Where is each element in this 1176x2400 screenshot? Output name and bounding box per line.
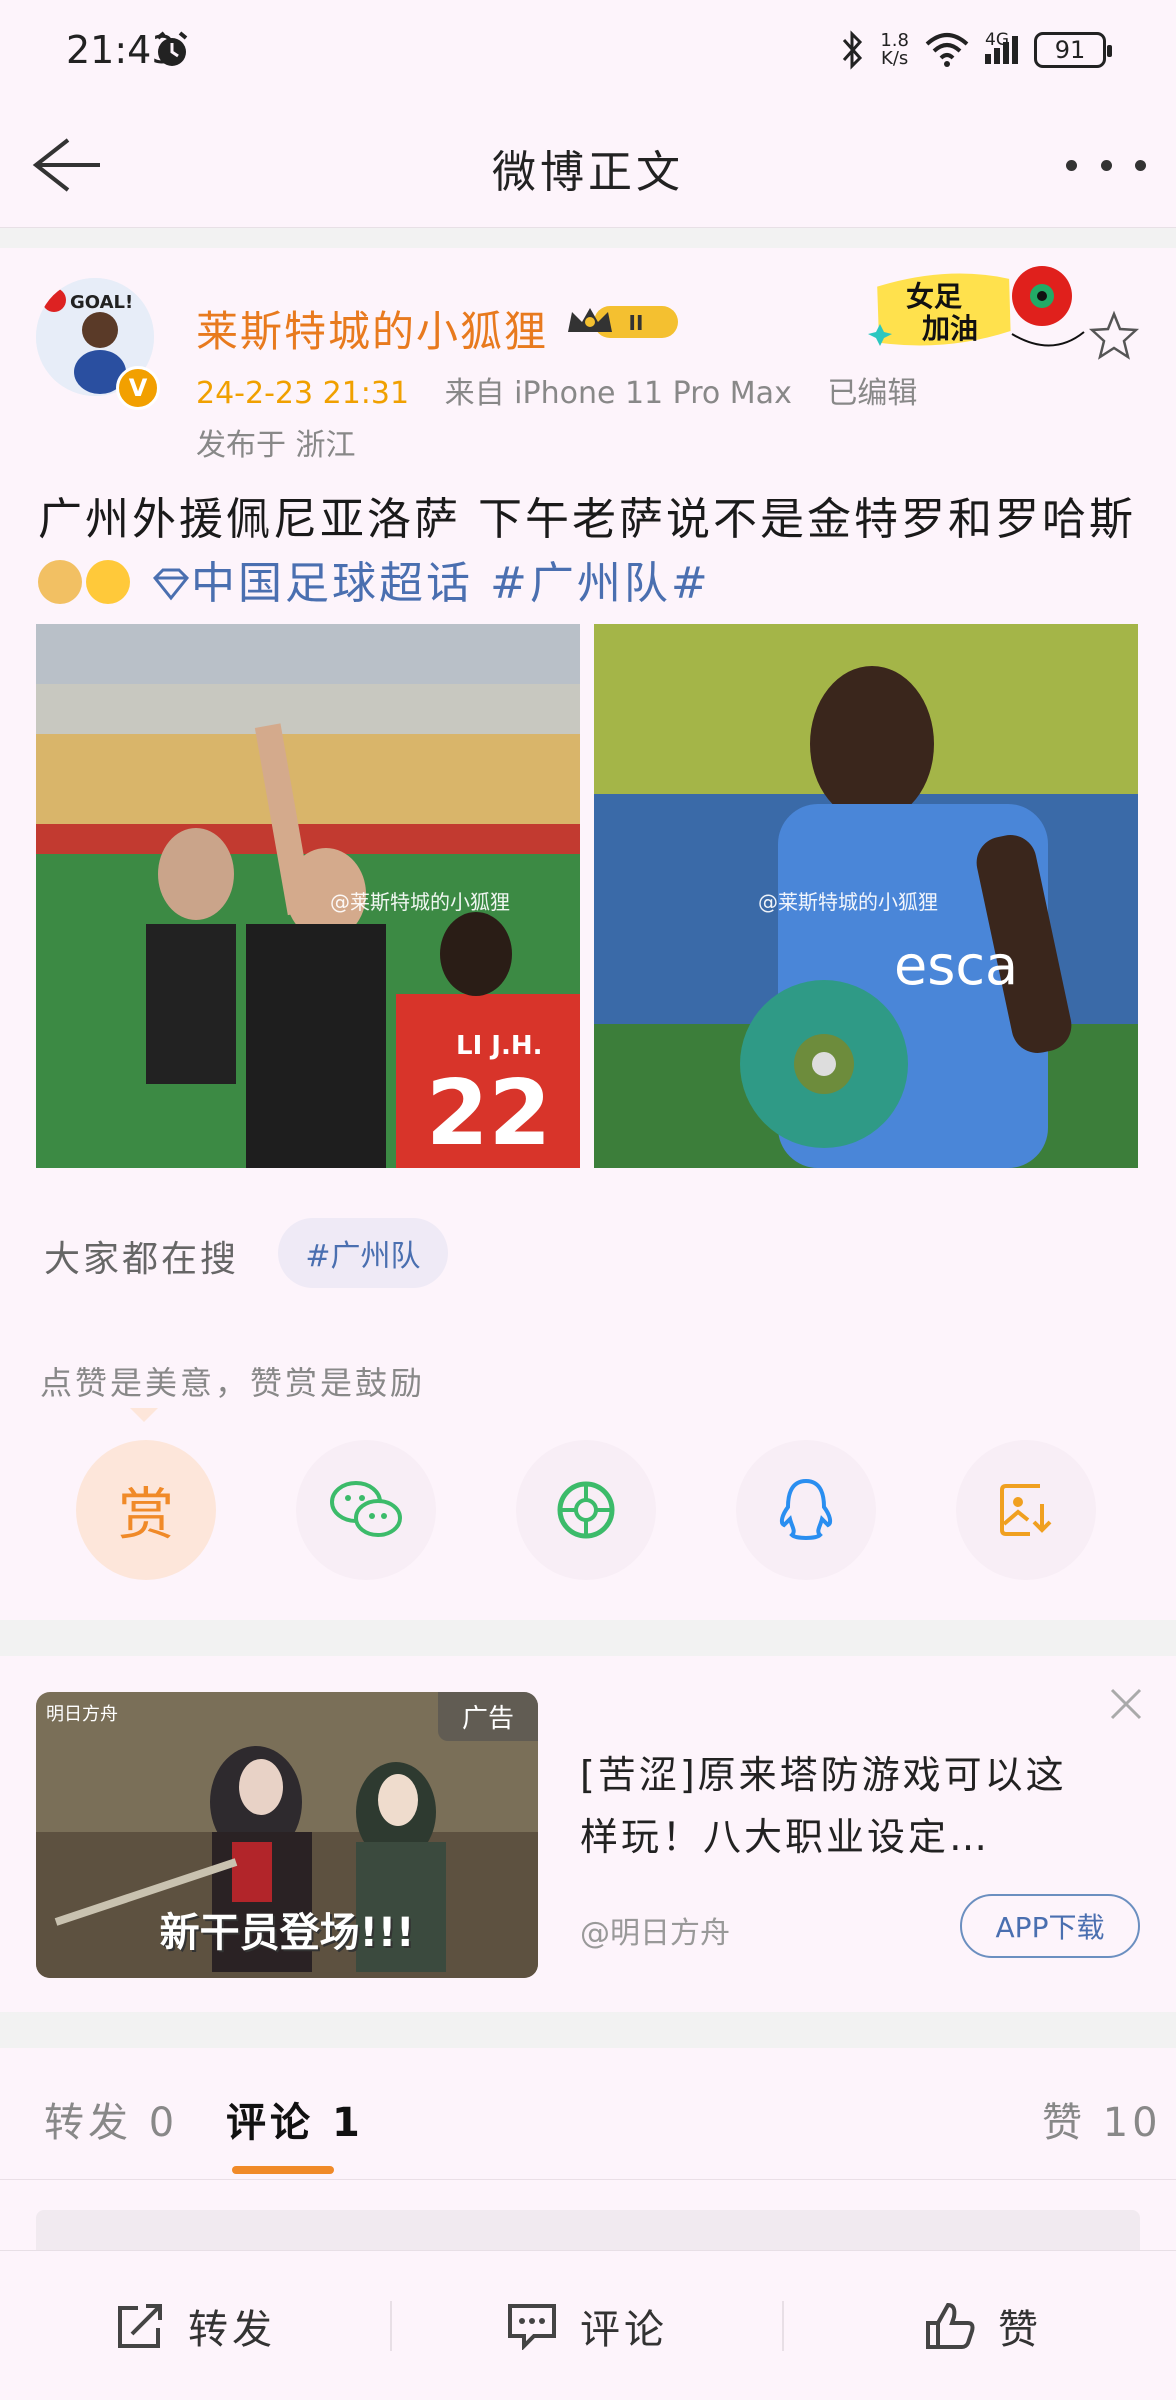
reward-button[interactable]: 赏 bbox=[76, 1440, 216, 1580]
ad-source: @明日方舟 bbox=[580, 1916, 730, 1951]
share-qq-button[interactable] bbox=[736, 1440, 876, 1580]
network-type: 4G bbox=[985, 30, 1009, 50]
tab-like[interactable]: 赞 10 bbox=[1042, 2090, 1162, 2148]
divider bbox=[390, 2301, 392, 2351]
qq-icon bbox=[779, 1478, 833, 1540]
post-tabs: 转发 0 评论 1 赞 10 bbox=[0, 2048, 1176, 2180]
svg-text:II: II bbox=[629, 311, 644, 335]
cell-signal-icon: 4G bbox=[985, 30, 1018, 64]
ad-image[interactable]: 明日方舟 广告 新干员登场!!! bbox=[36, 1692, 538, 1978]
trending-search-label: 大家都在搜 bbox=[44, 1239, 240, 1280]
bluetooth-icon bbox=[843, 30, 863, 70]
svg-text:22: 22 bbox=[426, 1061, 551, 1166]
verified-badge: V bbox=[116, 366, 160, 410]
post-edited: 已编辑 bbox=[827, 376, 918, 411]
tab-like-count: 10 bbox=[1102, 2100, 1162, 2146]
favorite-star-icon[interactable] bbox=[1086, 308, 1142, 364]
active-tab-indicator bbox=[232, 2166, 334, 2174]
hashtag-link[interactable]: #广州队# bbox=[490, 558, 711, 609]
svg-text:LI J.H.: LI J.H. bbox=[456, 1031, 542, 1061]
repost-button[interactable]: 转发 bbox=[114, 2251, 276, 2400]
repost-icon bbox=[118, 2304, 162, 2348]
more-options-icon[interactable] bbox=[1066, 140, 1146, 190]
reward-pointer bbox=[130, 1408, 158, 1422]
super-topic-icon bbox=[152, 568, 190, 601]
net-speed: 1.8 K/s bbox=[880, 32, 909, 68]
ad-banner: 新干员登场!!! bbox=[159, 1910, 415, 1956]
post-image-2[interactable]: esca @莱斯特城的小狐狸 bbox=[594, 624, 1138, 1168]
like-label: 赞 bbox=[998, 2307, 1042, 2353]
post-source: 来自 iPhone 11 Pro Max bbox=[444, 376, 792, 411]
save-image-button[interactable] bbox=[956, 1440, 1096, 1580]
tab-comment-count: 1 bbox=[331, 2100, 364, 2146]
svg-text:女足: 女足 bbox=[906, 280, 962, 313]
post-body: 广州外援佩尼亚洛萨 下午老萨说不是金特罗和罗哈斯 bbox=[38, 494, 1136, 545]
image-watermark: @莱斯特城的小狐狸 bbox=[330, 890, 510, 914]
app-download-button[interactable]: APP下载 bbox=[960, 1894, 1140, 1958]
ad-tag: 广告 bbox=[437, 1692, 538, 1741]
womens-football-sticker: 女足 加油 bbox=[868, 266, 1085, 347]
yummy-emoji-icon bbox=[86, 560, 130, 604]
post-date: 24-2-23 21:31 bbox=[196, 376, 410, 411]
net-speed-unit: K/s bbox=[881, 48, 909, 69]
comment-button[interactable]: 评论 bbox=[506, 2251, 668, 2400]
reward-hint: 点赞是美意，赞赏是鼓励 bbox=[40, 1364, 426, 1402]
trending-search-chip[interactable]: #广州队 bbox=[278, 1218, 448, 1288]
wechat-icon bbox=[330, 1481, 402, 1537]
status-bar: 21:43 1.8 K/s 4G 91 bbox=[0, 0, 1176, 100]
moments-icon bbox=[557, 1481, 615, 1539]
top-nav: 微博正文 bbox=[0, 100, 1176, 228]
status-right: 1.8 K/s 4G 91 bbox=[840, 26, 1112, 74]
like-button[interactable]: 赞 bbox=[924, 2251, 1042, 2400]
post-text: 广州外援佩尼亚洛萨 下午老萨说不是金特罗和罗哈斯 中国足球超话 #广州队# bbox=[38, 488, 1138, 616]
comment-label: 评论 bbox=[580, 2307, 668, 2353]
battery-icon: 91 bbox=[1034, 32, 1112, 68]
wifi-icon bbox=[925, 33, 969, 67]
thumbs-up-icon bbox=[926, 2302, 975, 2349]
ad-card[interactable]: 明日方舟 广告 新干员登场!!! [苦涩]原来塔防游戏可以这样玩！八大职业设定…… bbox=[0, 1656, 1176, 2012]
comment-item[interactable] bbox=[36, 2210, 1140, 2250]
battery-level: 91 bbox=[1054, 36, 1086, 64]
doge-emoji-icon bbox=[38, 560, 82, 604]
tab-repost-label: 转发 bbox=[44, 2100, 132, 2146]
reward-label: 赏 bbox=[118, 1482, 174, 1548]
post-image-1[interactable]: LI J.H. 22 @莱斯特城的小狐狸 bbox=[36, 624, 580, 1168]
tab-comment-label: 评论 bbox=[226, 2100, 314, 2146]
comment-list bbox=[0, 2180, 1176, 2250]
divider bbox=[782, 2301, 784, 2351]
svg-text:加油: 加油 bbox=[922, 312, 978, 345]
share-wechat-button[interactable] bbox=[296, 1440, 436, 1580]
svg-text:GOAL!: GOAL! bbox=[70, 292, 133, 313]
close-icon[interactable] bbox=[1108, 1686, 1144, 1722]
comment-icon bbox=[508, 2304, 556, 2350]
crown-badge-icon: II bbox=[568, 306, 678, 338]
weibo-post-page: 21:43 1.8 K/s 4G 91 微博正文 GOAL! V 莱斯特城的小狐… bbox=[0, 0, 1176, 2400]
tab-comment[interactable]: 评论 1 bbox=[226, 2090, 364, 2148]
page-title: 微博正文 bbox=[492, 147, 684, 198]
tab-like-label: 赞 bbox=[1042, 2100, 1086, 2146]
tab-repost-count: 0 bbox=[148, 2100, 179, 2146]
bottom-action-bar: 转发 评论 赞 bbox=[0, 2250, 1176, 2400]
svg-text:esca: esca bbox=[894, 934, 1018, 997]
ad-logo: 明日方舟 bbox=[46, 1704, 118, 1725]
share-row: 赏 bbox=[0, 1440, 1176, 1580]
super-topic-link[interactable]: 中国足球超话 bbox=[191, 558, 473, 609]
share-moments-button[interactable] bbox=[516, 1440, 656, 1580]
ad-title[interactable]: [苦涩]原来塔防游戏可以这样玩！八大职业设定… bbox=[580, 1744, 1100, 1868]
save-image-icon bbox=[1000, 1484, 1052, 1536]
tab-repost[interactable]: 转发 0 bbox=[44, 2090, 178, 2148]
post-location: 发布于 浙江 bbox=[196, 428, 356, 463]
post-card: GOAL! V 莱斯特城的小狐狸 II 24-2-23 21:31 来自 iPh… bbox=[0, 248, 1176, 1620]
author-name[interactable]: 莱斯特城的小狐狸 bbox=[196, 298, 548, 359]
post-meta: 24-2-23 21:31 来自 iPhone 11 Pro Max 已编辑 bbox=[196, 368, 943, 412]
alarm-icon bbox=[156, 31, 188, 66]
repost-label: 转发 bbox=[188, 2307, 276, 2353]
image-watermark: @莱斯特城的小狐狸 bbox=[758, 890, 938, 914]
